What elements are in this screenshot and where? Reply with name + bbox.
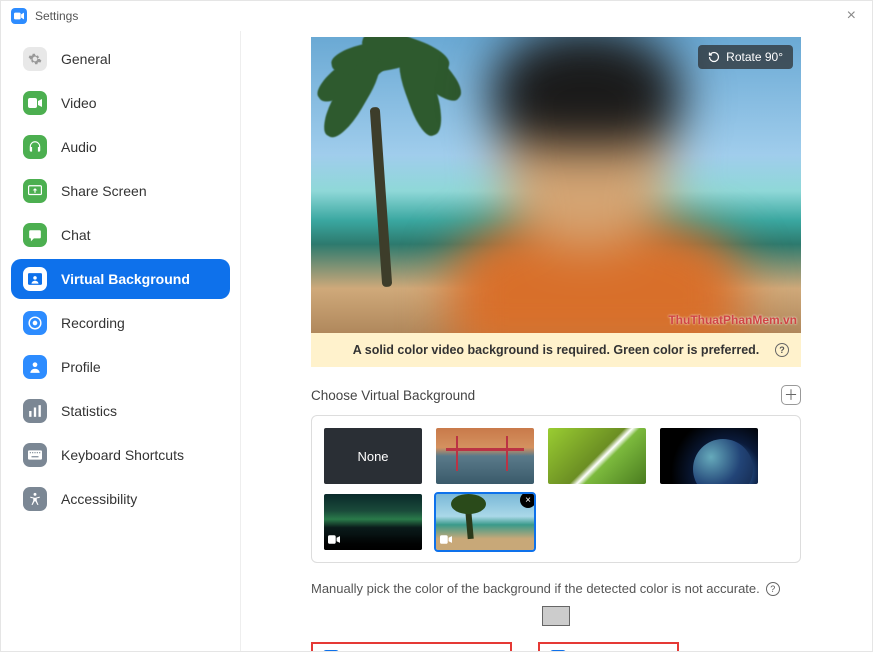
camera-icon — [328, 535, 340, 547]
thumb-aurora[interactable] — [324, 494, 422, 550]
sidebar-item-general[interactable]: General — [11, 39, 230, 79]
sidebar-label: Virtual Background — [61, 271, 190, 287]
sidebar-label: Accessibility — [61, 491, 137, 507]
thumb-grass[interactable] — [548, 428, 646, 484]
sidebar-label: Chat — [61, 227, 91, 243]
share-screen-icon — [23, 179, 47, 203]
camera-icon — [440, 535, 452, 547]
rotate-icon — [708, 51, 720, 63]
accessibility-icon — [23, 487, 47, 511]
sidebar-item-video[interactable]: Video — [11, 83, 230, 123]
sidebar-label: Video — [61, 95, 97, 111]
checkbox-checked-icon — [550, 650, 566, 651]
keyboard-icon — [23, 443, 47, 467]
settings-sidebar: General Video Audio Share Screen Chat Vi… — [1, 31, 241, 651]
chat-icon — [23, 223, 47, 247]
video-preview: ThuThuatPhanMem.vn Rotate 90° — [311, 37, 801, 333]
headphones-icon — [23, 135, 47, 159]
sidebar-item-accessibility[interactable]: Accessibility — [11, 479, 230, 519]
warning-banner: A solid color video background is requir… — [311, 333, 801, 367]
color-picker-swatch[interactable] — [542, 606, 570, 626]
sidebar-label: General — [61, 51, 111, 67]
sidebar-item-virtual-background[interactable]: Virtual Background — [11, 259, 230, 299]
mirror-video-option[interactable]: Mirror my video — [538, 642, 679, 651]
green-screen-label: I have a green screen — [347, 651, 478, 652]
thumb-earth[interactable] — [660, 428, 758, 484]
content-area: ThuThuatPhanMem.vn Rotate 90° A solid co… — [241, 31, 872, 651]
rotate-button[interactable]: Rotate 90° — [698, 45, 793, 69]
color-hint-row: Manually pick the color of the backgroun… — [311, 581, 801, 596]
help-icon[interactable]: ? — [775, 343, 789, 357]
thumb-bridge[interactable] — [436, 428, 534, 484]
green-screen-option[interactable]: I have a green screen ? — [311, 642, 512, 651]
mirror-label: Mirror my video — [574, 651, 667, 652]
sidebar-label: Keyboard Shortcuts — [61, 447, 184, 463]
sidebar-label: Statistics — [61, 403, 117, 419]
delete-thumb-button[interactable]: × — [520, 494, 534, 508]
sidebar-label: Share Screen — [61, 183, 147, 199]
watermark-text: ThuThuatPhanMem.vn — [668, 313, 797, 327]
sidebar-item-recording[interactable]: Recording — [11, 303, 230, 343]
thumb-none[interactable]: None — [324, 428, 422, 484]
sidebar-item-audio[interactable]: Audio — [11, 127, 230, 167]
recording-icon — [23, 311, 47, 335]
app-icon — [11, 8, 27, 24]
profile-icon — [23, 355, 47, 379]
sidebar-label: Recording — [61, 315, 125, 331]
warning-text: A solid color video background is requir… — [353, 343, 760, 357]
sidebar-item-chat[interactable]: Chat — [11, 215, 230, 255]
sidebar-label: Profile — [61, 359, 101, 375]
rotate-label: Rotate 90° — [726, 50, 783, 64]
gear-icon — [23, 47, 47, 71]
background-gallery: None — [311, 415, 801, 563]
close-button[interactable]: × — [841, 5, 862, 27]
checkbox-checked-icon — [323, 650, 339, 651]
help-icon[interactable]: ? — [766, 582, 780, 596]
video-icon — [23, 91, 47, 115]
sidebar-item-keyboard-shortcuts[interactable]: Keyboard Shortcuts — [11, 435, 230, 475]
color-hint-text: Manually pick the color of the backgroun… — [311, 581, 760, 596]
sidebar-item-share-screen[interactable]: Share Screen — [11, 171, 230, 211]
titlebar: Settings × — [1, 1, 872, 31]
virtual-bg-icon — [23, 267, 47, 291]
sidebar-item-profile[interactable]: Profile — [11, 347, 230, 387]
statistics-icon — [23, 399, 47, 423]
sidebar-item-statistics[interactable]: Statistics — [11, 391, 230, 431]
window-title: Settings — [35, 9, 78, 23]
thumb-beach[interactable]: × — [436, 494, 534, 550]
sidebar-label: Audio — [61, 139, 97, 155]
add-background-button[interactable]: ＋ — [781, 385, 801, 405]
vb-heading: Choose Virtual Background — [311, 388, 475, 403]
